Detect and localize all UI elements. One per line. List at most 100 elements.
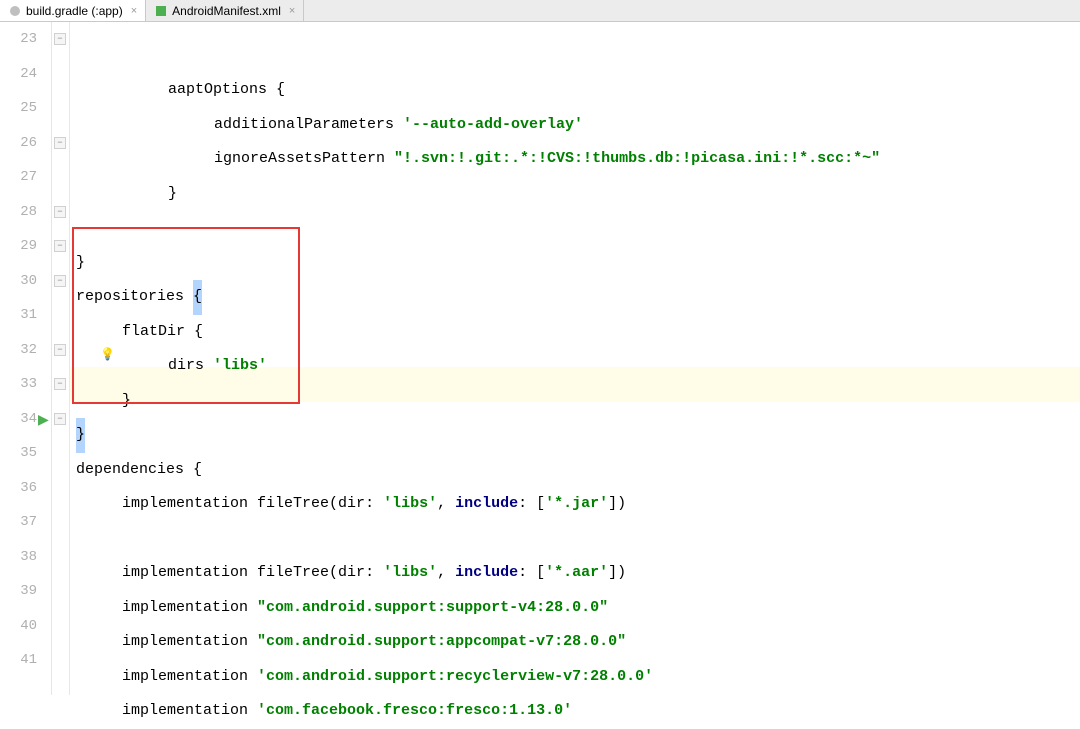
token-kw: include xyxy=(455,556,518,591)
tab-label: build.gradle (:app) xyxy=(26,4,123,18)
token-ident: implementation xyxy=(122,660,257,695)
token-ident: implementation fileTree( xyxy=(122,556,338,591)
code-area[interactable]: aaptOptions {additionalParameters '--aut… xyxy=(70,22,1080,695)
line-number: 31 xyxy=(0,298,37,333)
code-line[interactable]: implementation "com.android.support:appc… xyxy=(70,625,1080,660)
line-number: 28 xyxy=(0,195,37,230)
token-punct: , xyxy=(437,487,455,522)
token-str: "!.svn:!.git:.*:!CVS:!thumbs.db:!picasa.… xyxy=(394,142,880,177)
fold-gutter: − − − − − − − − xyxy=(52,22,70,695)
code-line[interactable] xyxy=(70,522,1080,557)
code-line[interactable]: implementation 'com.android.support:recy… xyxy=(70,660,1080,695)
tab-build-gradle[interactable]: build.gradle (:app) × xyxy=(0,0,146,21)
code-line[interactable]: dependencies { xyxy=(70,453,1080,488)
token-ident: repositories xyxy=(76,280,193,315)
token-str: 'libs' xyxy=(213,349,267,384)
token-punct: { xyxy=(276,73,285,108)
fold-toggle-icon[interactable]: − xyxy=(54,275,66,287)
code-line[interactable]: ignoreAssetsPattern "!.svn:!.git:.*:!CVS… xyxy=(70,142,1080,177)
token-punct: ]) xyxy=(608,487,626,522)
token-ident: implementation xyxy=(122,625,257,660)
token-ident: dependencies xyxy=(76,453,193,488)
line-number: 37 xyxy=(0,505,37,540)
code-line[interactable]: flatDir { xyxy=(70,315,1080,350)
line-number: 41 xyxy=(0,643,37,678)
tab-label: AndroidManifest.xml xyxy=(172,4,281,18)
line-number: 33 xyxy=(0,367,37,402)
line-number: 27 xyxy=(0,160,37,195)
line-number: 40 xyxy=(0,609,37,644)
line-number: 23 xyxy=(0,22,37,57)
code-line[interactable]: implementation fileTree(dir: 'libs', inc… xyxy=(70,487,1080,522)
line-number: 25 xyxy=(0,91,37,126)
token-punct: : xyxy=(365,487,383,522)
token-str: 'com.facebook.fresco:fresco:1.13.0' xyxy=(257,694,572,729)
fold-toggle-icon[interactable]: − xyxy=(54,344,66,356)
line-number: 29 xyxy=(0,229,37,264)
token-ident: flatDir xyxy=(122,315,194,350)
token-punct: ]) xyxy=(608,556,626,591)
token-ident: additionalParameters xyxy=(214,108,403,143)
token-str: '--auto-add-overlay' xyxy=(403,108,583,143)
token-punct: } xyxy=(122,384,131,419)
tab-android-manifest[interactable]: AndroidManifest.xml × xyxy=(146,0,304,21)
token-punct: , xyxy=(437,556,455,591)
token-ident: dir xyxy=(338,487,365,522)
token-ident: implementation fileTree( xyxy=(122,487,338,522)
token-ident: implementation xyxy=(122,591,257,626)
code-line[interactable]: additionalParameters '--auto-add-overlay… xyxy=(70,108,1080,143)
token-ident: implementation xyxy=(122,694,257,729)
line-number: 26 xyxy=(0,126,37,161)
close-icon[interactable]: × xyxy=(289,5,295,17)
token-ident: aaptOptions xyxy=(168,73,276,108)
token-str: '*.aar' xyxy=(545,556,608,591)
token-kw: include xyxy=(455,487,518,522)
fold-toggle-icon[interactable]: − xyxy=(54,206,66,218)
code-editor[interactable]: 232425262728293031323334▶35363738394041 … xyxy=(0,22,1080,695)
fold-toggle-icon[interactable]: − xyxy=(54,413,66,425)
code-line[interactable]: } xyxy=(70,177,1080,212)
xml-file-icon xyxy=(154,4,168,18)
line-number-gutter: 232425262728293031323334▶35363738394041 xyxy=(0,22,52,695)
token-str: 'com.android.support:recyclerview-v7:28.… xyxy=(257,660,653,695)
token-punct: : [ xyxy=(518,487,545,522)
token-punct: } xyxy=(168,177,177,212)
line-number: 34 xyxy=(0,402,37,437)
code-line[interactable]: } xyxy=(70,384,1080,419)
token-ident: dirs xyxy=(168,349,213,384)
code-line[interactable]: implementation "com.android.support:supp… xyxy=(70,591,1080,626)
code-line[interactable]: aaptOptions { xyxy=(70,73,1080,108)
code-line[interactable]: dirs 'libs' xyxy=(70,349,1080,384)
line-number: 39 xyxy=(0,574,37,609)
line-number: 36 xyxy=(0,471,37,506)
code-line[interactable]: } xyxy=(70,246,1080,281)
token-ident: ignoreAssetsPattern xyxy=(214,142,394,177)
fold-toggle-icon[interactable]: − xyxy=(54,378,66,390)
token-punct: { xyxy=(193,280,202,315)
editor-tabs: build.gradle (:app) × AndroidManifest.xm… xyxy=(0,0,1080,22)
lightbulb-icon[interactable]: 💡 xyxy=(100,347,115,362)
token-punct: { xyxy=(193,453,202,488)
close-icon[interactable]: × xyxy=(131,5,137,17)
code-line[interactable]: } xyxy=(70,418,1080,453)
token-punct: : [ xyxy=(518,556,545,591)
line-number: 38 xyxy=(0,540,37,575)
gradle-elephant-icon xyxy=(8,4,22,18)
code-line[interactable]: implementation 'com.facebook.fresco:fres… xyxy=(70,694,1080,729)
token-punct: } xyxy=(76,418,85,453)
token-ident: dir xyxy=(338,556,365,591)
token-str: '*.jar' xyxy=(545,487,608,522)
token-str: 'libs' xyxy=(383,556,437,591)
code-line[interactable] xyxy=(70,211,1080,246)
fold-toggle-icon[interactable]: − xyxy=(54,240,66,252)
token-str: 'libs' xyxy=(383,487,437,522)
token-str: "com.android.support:support-v4:28.0.0" xyxy=(257,591,608,626)
run-icon[interactable]: ▶ xyxy=(38,412,49,429)
code-line[interactable]: repositories { xyxy=(70,280,1080,315)
token-punct: { xyxy=(194,315,203,350)
fold-toggle-icon[interactable]: − xyxy=(54,137,66,149)
line-number: 30 xyxy=(0,264,37,299)
code-line[interactable]: implementation fileTree(dir: 'libs', inc… xyxy=(70,556,1080,591)
fold-toggle-icon[interactable]: − xyxy=(54,33,66,45)
token-punct: : xyxy=(365,556,383,591)
